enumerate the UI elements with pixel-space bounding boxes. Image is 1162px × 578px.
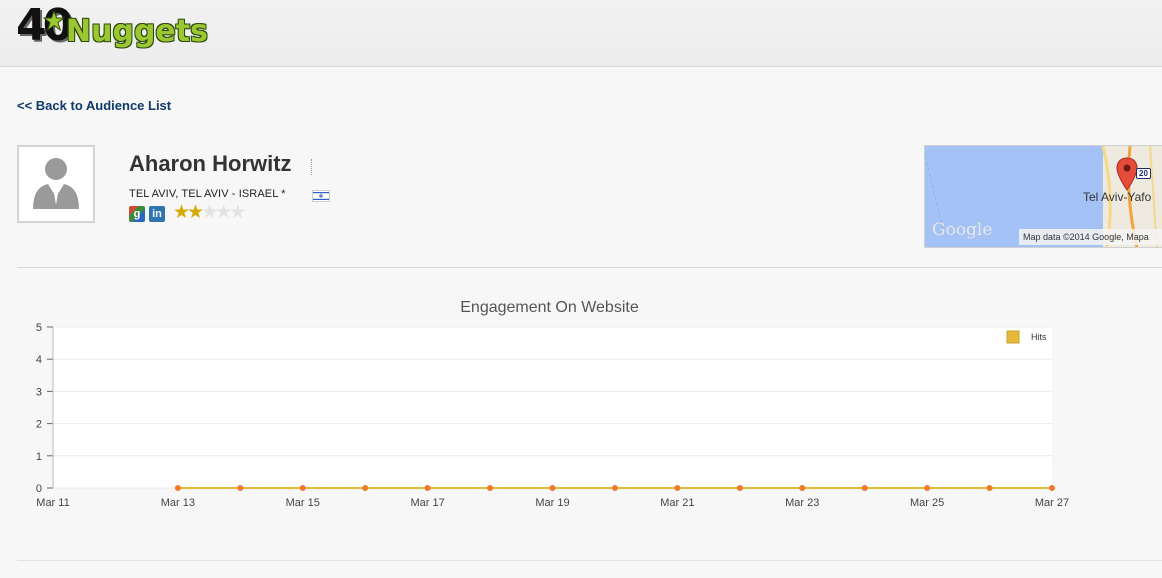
data-point: [924, 485, 931, 491]
y-tick-label: 1: [36, 451, 42, 463]
user-silhouette-icon: [33, 158, 79, 209]
x-tick-label: Mar 23: [785, 497, 819, 509]
y-tick-label: 4: [36, 354, 42, 366]
x-tick-label: Mar 15: [286, 497, 320, 509]
x-tick-label: Mar 11: [36, 497, 69, 509]
data-point: [986, 485, 993, 491]
map-pin-icon: [1116, 157, 1138, 191]
data-point: [611, 485, 618, 491]
data-point: [487, 485, 494, 491]
map-city-label: Tel Aviv-Yafo: [1083, 190, 1152, 204]
star-empty-icon[interactable]: ★: [215, 202, 232, 223]
linkedin-icon[interactable]: in: [149, 206, 165, 222]
legend-label: Hits: [1031, 332, 1047, 342]
profile-name: Aharon Horwitz: [129, 151, 292, 176]
data-point: [736, 485, 743, 491]
rating-stars[interactable]: ★★★★★: [173, 202, 246, 223]
data-point: [237, 485, 244, 491]
location-map[interactable]: 20 Tel Aviv-Yafo Google Map data ©2014 G…: [924, 145, 1162, 248]
map-attribution: Map data ©2014 Google, Mapa: [1019, 229, 1162, 245]
x-tick-label: Mar 25: [910, 497, 944, 509]
data-point: [174, 485, 181, 491]
y-tick-label: 2: [36, 419, 42, 431]
data-point: [299, 485, 306, 491]
plot-area: [53, 327, 1052, 488]
app-header: 40 Nuggets: [0, 0, 1162, 67]
data-point: [861, 485, 868, 491]
avatar: [17, 145, 95, 223]
star-filled-icon[interactable]: ★: [187, 202, 204, 223]
google-plus-icon[interactable]: g: [129, 206, 145, 222]
data-point: [424, 485, 431, 491]
star-logo-icon: [43, 10, 65, 32]
data-point: [799, 485, 806, 491]
section-divider: [17, 267, 1162, 268]
star-filled-icon[interactable]: ★: [173, 202, 190, 223]
name-edit-handle[interactable]: [311, 159, 313, 175]
google-map-logo: Google: [932, 220, 993, 240]
y-tick-label: 0: [36, 483, 42, 495]
back-to-audience-list-link[interactable]: << Back to Audience List: [17, 98, 171, 113]
israel-flag-icon: [312, 190, 330, 202]
x-tick-label: Mar 27: [1035, 497, 1069, 509]
highway-shield: 20: [1136, 168, 1151, 179]
logo-word: Nuggets: [66, 14, 208, 49]
x-tick-label: Mar 19: [535, 497, 569, 509]
y-tick-label: 5: [36, 322, 42, 334]
section-divider-bottom: [17, 560, 1162, 561]
profile-location: TEL AVIV, TEL AVIV - ISRAEL *: [129, 188, 286, 200]
legend-swatch: [1006, 330, 1020, 344]
x-tick-label: Mar 17: [411, 497, 445, 509]
star-empty-icon[interactable]: ★: [201, 202, 218, 223]
x-tick-label: Mar 13: [161, 497, 195, 509]
y-tick-label: 3: [36, 386, 42, 398]
star-empty-icon[interactable]: ★: [229, 202, 246, 223]
data-point: [1049, 485, 1055, 491]
data-point: [362, 485, 369, 491]
x-tick-label: Mar 21: [660, 497, 694, 509]
engagement-chart: 0 1 2 3 4 5 Mar 11 Mar 13 Mar 15 Mar 17 Mar 19 Mar …: [36, 322, 1069, 509]
data-point: [674, 485, 681, 491]
data-point: [549, 485, 556, 491]
